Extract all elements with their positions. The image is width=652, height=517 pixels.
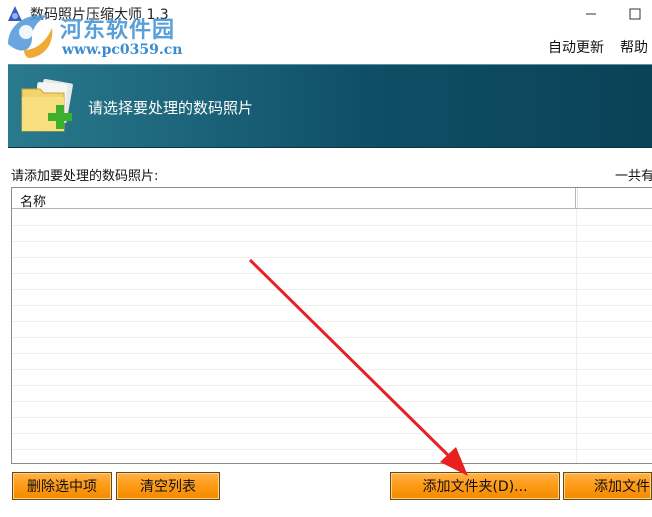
table-row	[12, 321, 652, 338]
table-row	[12, 337, 652, 354]
table-row	[12, 449, 652, 463]
clear-list-button[interactable]: 清空列表	[116, 472, 220, 500]
table-row	[12, 257, 652, 274]
column-divider-shadow	[577, 188, 578, 208]
table-row	[12, 353, 652, 370]
minimize-icon	[576, 11, 606, 30]
photo-list[interactable]: 名称	[11, 187, 652, 464]
table-row	[12, 225, 652, 242]
table-row	[12, 305, 652, 322]
maximize-icon	[620, 8, 650, 30]
menu-help[interactable]: 帮助	[620, 37, 648, 57]
table-row	[12, 369, 652, 386]
banner-title: 请选择要处理的数码照片	[88, 99, 254, 117]
list-count-label: 一共有	[615, 169, 652, 184]
add-photo-folder-icon	[18, 75, 80, 141]
column-divider[interactable]	[575, 188, 576, 208]
maximize-button[interactable]	[620, 2, 650, 26]
menu-auto-update[interactable]: 自动更新	[548, 37, 604, 57]
column-gridline	[576, 209, 577, 463]
table-row	[12, 417, 652, 434]
minimize-button[interactable]	[576, 2, 606, 26]
table-row	[12, 209, 652, 226]
column-header-name[interactable]: 名称	[20, 191, 46, 210]
delete-selected-button[interactable]: 删除选中项	[12, 472, 112, 500]
list-header: 名称	[12, 188, 652, 210]
table-row	[12, 241, 652, 258]
table-row	[12, 401, 652, 418]
table-row	[12, 385, 652, 402]
header-banner: 请选择要处理的数码照片	[8, 64, 652, 148]
table-row	[12, 289, 652, 306]
list-label: 请添加要处理的数码照片:	[11, 169, 159, 184]
add-folder-button[interactable]: 添加文件夹(D)...	[390, 472, 560, 500]
table-row	[12, 433, 652, 450]
add-file-button[interactable]: 添加文件	[563, 472, 652, 500]
list-rows	[12, 209, 652, 463]
table-row	[12, 273, 652, 290]
menu-bar: 自动更新 帮助	[0, 32, 652, 58]
